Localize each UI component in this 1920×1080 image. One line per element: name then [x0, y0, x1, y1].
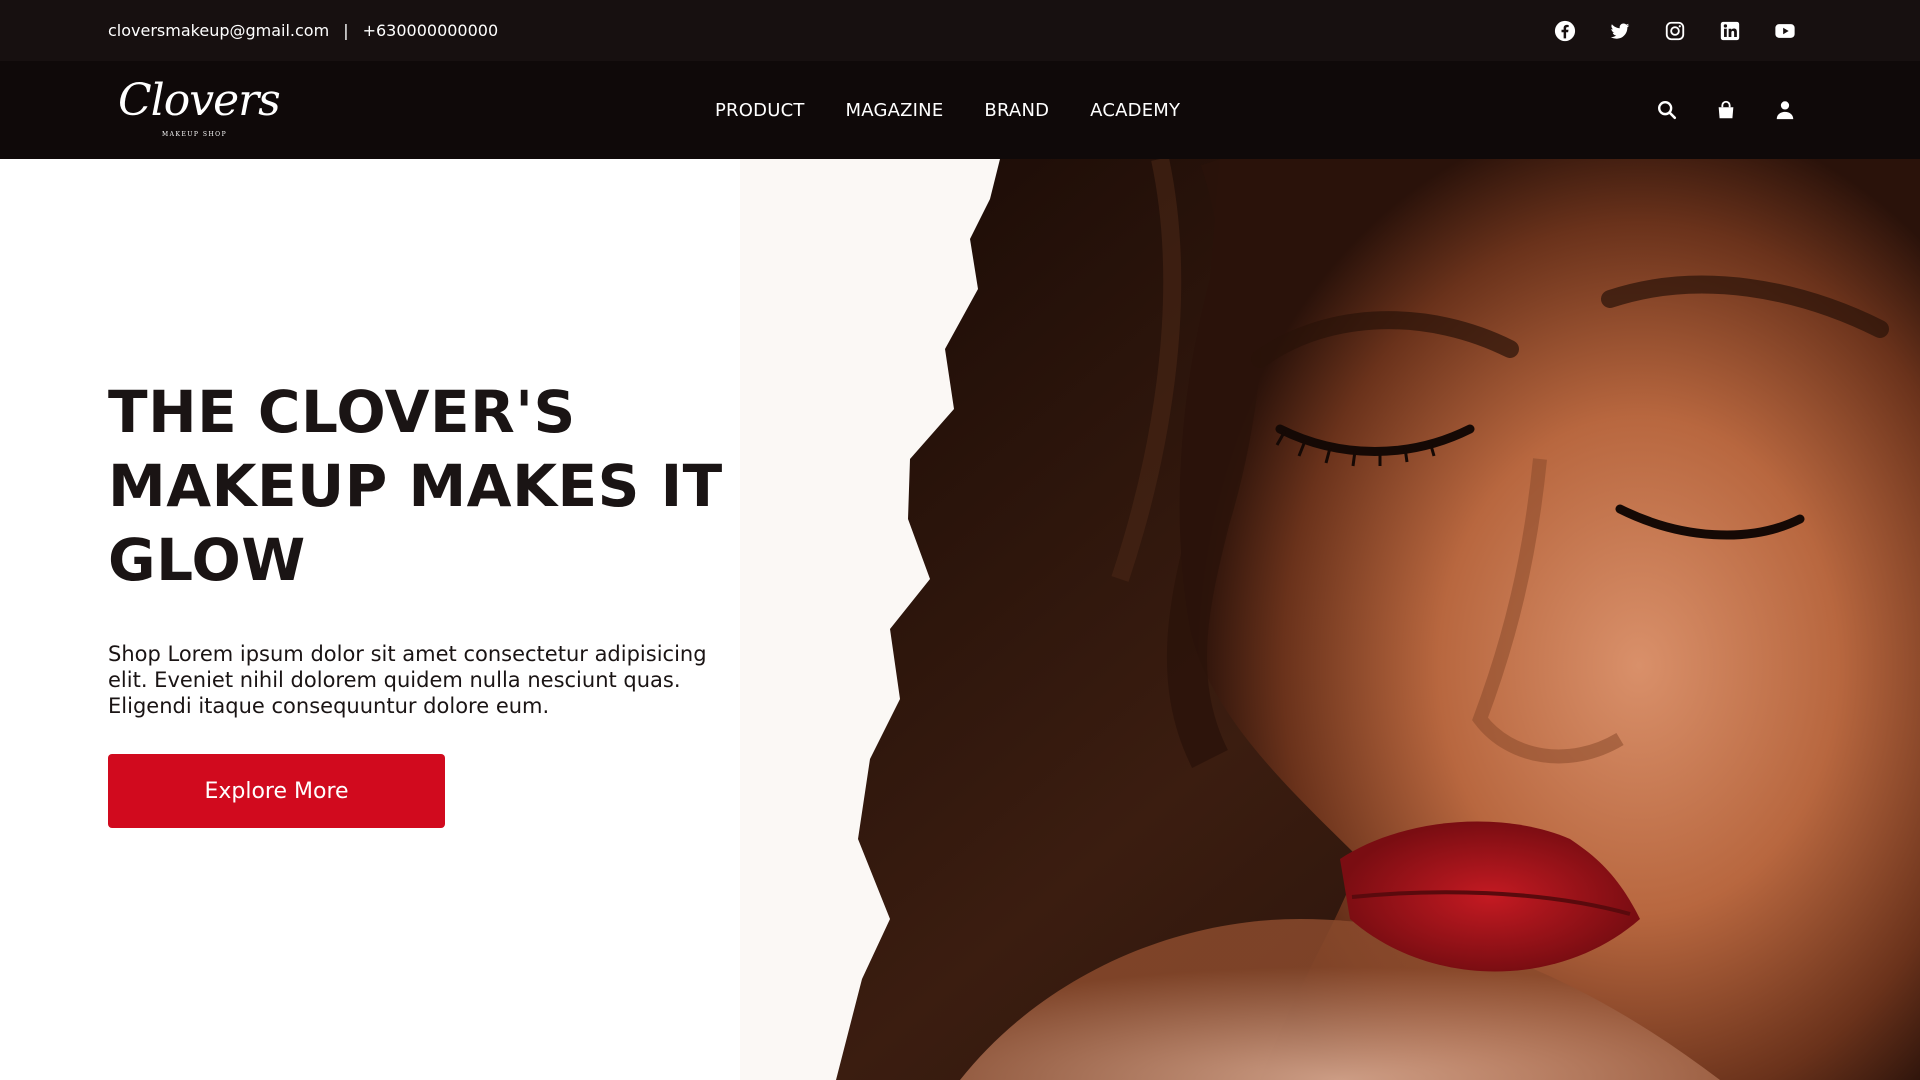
contact-phone[interactable]: +630000000000 [363, 21, 499, 40]
user-icon[interactable] [1774, 99, 1796, 121]
shopping-bag-icon[interactable] [1715, 99, 1737, 121]
twitter-icon[interactable] [1609, 20, 1631, 42]
hero-portrait-image [740, 159, 1920, 1080]
brand-logo-name: Clovers [118, 75, 281, 126]
hero-subtext: Shop Lorem ipsum dolor sit amet consecte… [108, 642, 707, 718]
top-contact-bar: cloversmakeup@gmail.com | +630000000000 [0, 0, 1920, 61]
nav-actions [1656, 61, 1796, 159]
nav-item-academy[interactable]: ACADEMY [1090, 100, 1180, 121]
instagram-icon[interactable] [1664, 20, 1686, 42]
social-links [1554, 0, 1796, 61]
main-navbar: Clovers MAKEUP SHOP PRODUCT MAGAZINE BRA… [0, 61, 1920, 159]
explore-more-button[interactable]: Explore More [108, 754, 445, 828]
hero-headline: THE CLOVER'S MAKEUP MAKES IT GLOW [108, 378, 723, 594]
brand-logo-tagline: MAKEUP SHOP [162, 131, 228, 138]
search-icon[interactable] [1656, 99, 1678, 121]
nav-item-product[interactable]: PRODUCT [715, 100, 805, 121]
contact-info: cloversmakeup@gmail.com | +630000000000 [108, 0, 498, 61]
brand-logo[interactable]: Clovers MAKEUP SHOP [118, 73, 281, 151]
nav-item-brand[interactable]: BRAND [984, 100, 1049, 121]
contact-email[interactable]: cloversmakeup@gmail.com [108, 21, 329, 40]
main-menu: PRODUCT MAGAZINE BRAND ACADEMY [715, 61, 1180, 159]
hero-text-block: THE CLOVER'S MAKEUP MAKES IT GLOW Shop L… [108, 375, 788, 719]
linkedin-icon[interactable] [1719, 20, 1741, 42]
contact-separator: | [343, 21, 349, 40]
youtube-icon[interactable] [1774, 20, 1796, 42]
facebook-icon[interactable] [1554, 20, 1576, 42]
nav-item-magazine[interactable]: MAGAZINE [846, 100, 944, 121]
